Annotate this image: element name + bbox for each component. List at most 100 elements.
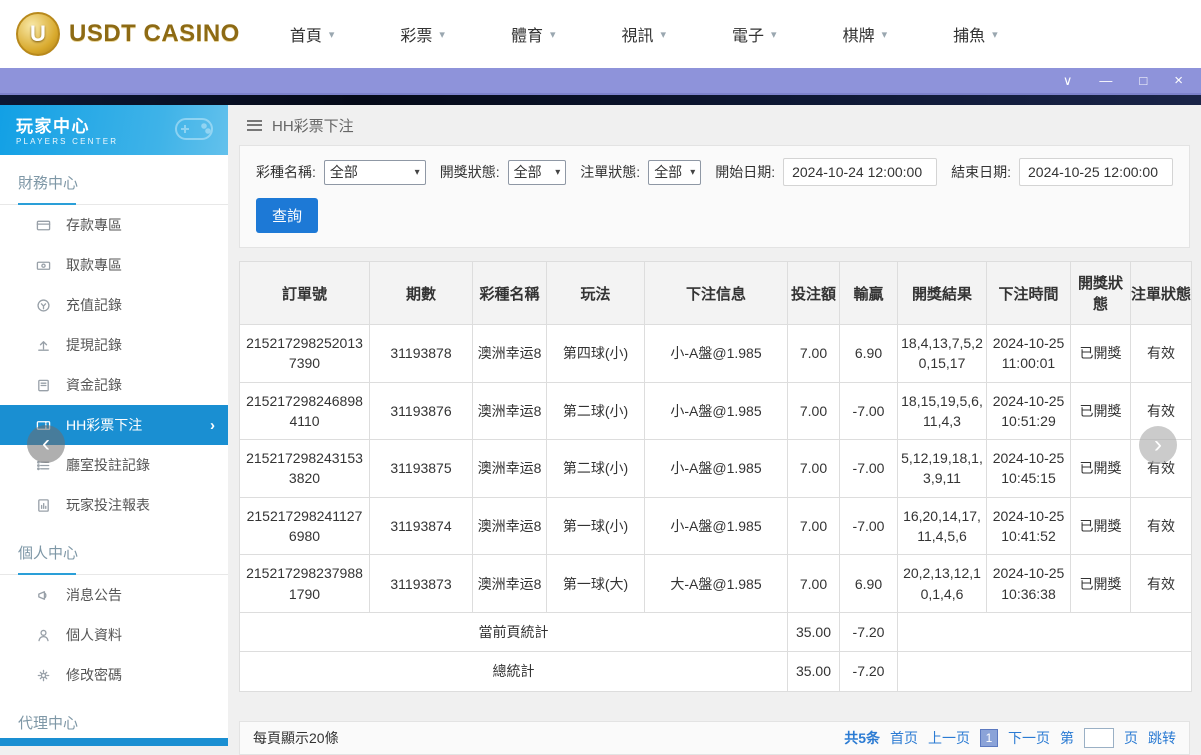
summary-bet: 35.00: [787, 611, 840, 653]
bet-status-select[interactable]: 全部 ▾: [648, 159, 702, 185]
cell: 小-A盤@1.985: [644, 324, 788, 383]
sidebar: 玩家中心 PLAYERS CENTER 財務中心 存款專區 取款專區 充值記錄 提現記錄…: [0, 105, 228, 746]
nav-item[interactable]: 體育 ▾: [511, 22, 556, 46]
pagination: 共5条 首页 上一页 1 下一页 第 页 跳转: [844, 727, 1176, 748]
lottery-label: 彩種名稱:: [256, 164, 316, 180]
sidebar-item[interactable]: 個人資料: [0, 615, 228, 655]
carousel-right-arrow-icon[interactable]: ›: [1139, 426, 1177, 464]
cell: 澳洲幸运8: [472, 324, 547, 383]
nav-item-label: 彩票: [400, 28, 433, 45]
nav-item[interactable]: 電子 ▾: [732, 22, 777, 46]
table-body: 2152172982520137390 31193878 澳洲幸运8 第四球(小) 小-…: [239, 324, 1192, 692]
announcement-icon: [36, 588, 51, 603]
cell: 2024-10-25 11:00:01: [986, 324, 1071, 383]
start-date-input[interactable]: [783, 158, 938, 186]
cell: -7.00: [839, 439, 898, 498]
close-icon[interactable]: ×: [1174, 73, 1183, 88]
draw-status-label: 開獎狀態:: [439, 164, 500, 180]
column-header: 注單狀態: [1130, 261, 1192, 325]
sidebar-item[interactable]: 資金記錄: [0, 365, 228, 405]
page-title: HH彩票下注: [272, 117, 354, 135]
nav-item-label: 視訊: [621, 28, 654, 45]
total-count: 共5条: [844, 729, 880, 746]
cell: 大-A盤@1.985: [644, 554, 788, 613]
sidebar-item-label: 修改密碼: [66, 667, 122, 683]
carousel-left-arrow-icon[interactable]: ‹: [27, 425, 65, 463]
search-button[interactable]: 查詢: [256, 198, 319, 233]
cell: 5,12,19,18,1,3,9,11: [897, 439, 987, 498]
dropdown-icon[interactable]: ∨: [1063, 74, 1073, 87]
list-footer: 每頁顯示20條 共5条 首页 上一页 1 下一页 第 页 跳转: [239, 720, 1190, 755]
gamepad-icon: [168, 109, 220, 154]
cell: 已開獎: [1070, 324, 1131, 383]
cell: 6.90: [839, 554, 898, 613]
summary-row: 當前頁統計 35.00 -7.20: [239, 611, 1192, 653]
cell: 18,15,19,5,6,11,4,3: [897, 381, 987, 441]
prev-page-link[interactable]: 上一页: [928, 728, 970, 748]
menu-toggle-icon[interactable]: [247, 119, 262, 131]
nav-item[interactable]: 視訊 ▾: [621, 22, 666, 46]
sidebar-item-label: 取款專區: [66, 257, 122, 273]
cell: -7.00: [839, 496, 898, 556]
next-page-link[interactable]: 下一页: [1008, 728, 1050, 748]
sidebar-item[interactable]: 充值記錄: [0, 285, 228, 325]
cell: 7.00: [787, 381, 840, 441]
first-page-link[interactable]: 首页: [890, 728, 918, 748]
sidebar-item-label: 廳室投註記錄: [66, 457, 150, 473]
cell: 31193875: [369, 439, 473, 498]
cell: 31193878: [369, 324, 473, 383]
nav-item[interactable]: 捕魚 ▾: [953, 22, 998, 46]
nav-item-label: 捕魚: [953, 28, 986, 45]
password-icon: [36, 668, 51, 683]
column-header: 開獎狀態: [1070, 261, 1131, 325]
jump-button[interactable]: 跳转: [1148, 728, 1176, 748]
end-date-input[interactable]: [1019, 158, 1173, 186]
lottery-select[interactable]: 全部 ▾: [323, 159, 426, 185]
nav-item[interactable]: 棋牌 ▾: [843, 22, 888, 46]
nav-item[interactable]: 彩票 ▾: [400, 22, 445, 46]
cell: 20,2,13,12,10,1,4,6: [897, 554, 987, 613]
sidebar-item[interactable]: 修改密碼: [0, 655, 228, 695]
deposit-icon: [36, 218, 51, 233]
brand-name: USDT CASINO: [69, 20, 240, 47]
summary-label: 總統計: [239, 651, 788, 692]
current-page-badge: 1: [980, 728, 998, 747]
cell: 18,4,13,7,5,20,15,17: [897, 324, 987, 383]
draw-status-select[interactable]: 全部 ▾: [507, 159, 567, 185]
cell: 已開獎: [1070, 381, 1131, 441]
bets-table-wrap: 訂單號 期數 彩種名稱 玩法 下注信息 投注額 輸贏 開獎結果 下注時間 開獎狀態 注單狀態 215…: [239, 261, 1192, 692]
cell: 已開獎: [1070, 439, 1131, 498]
cell: 2152172982379881790: [239, 554, 370, 613]
chevron-down-icon: ▾: [439, 28, 445, 41]
column-header: 訂單號: [239, 261, 370, 325]
cell: 小-A盤@1.985: [644, 496, 788, 556]
cell: 小-A盤@1.985: [644, 439, 788, 498]
bets-table: 訂單號 期數 彩種名稱 玩法 下注信息 投注額 輸贏 開獎結果 下注時間 開獎狀態 注單狀態 215…: [239, 261, 1192, 692]
end-date-label: 結束日期:: [951, 164, 1011, 180]
cell: 31193876: [369, 381, 473, 441]
sidebar-item-label: 個人資料: [66, 627, 122, 643]
table-row: 2152172982520137390 31193878 澳洲幸运8 第四球(小) 小-…: [239, 324, 1192, 383]
maximize-icon[interactable]: □: [1139, 74, 1147, 87]
sidebar-item[interactable]: 提現記錄: [0, 325, 228, 365]
sidebar-item[interactable]: 取款專區: [0, 245, 228, 285]
cell: 第二球(小): [546, 439, 645, 498]
nav-item-label: 首頁: [289, 28, 322, 45]
jump-prefix: 第: [1060, 729, 1074, 746]
usdt-casino-logo[interactable]: U USDT CASINO: [16, 12, 240, 56]
cell: 7.00: [787, 324, 840, 383]
nav-item[interactable]: 首頁 ▾: [290, 22, 335, 46]
sidebar-bottom-bar: [0, 738, 228, 746]
minimize-icon[interactable]: —: [1099, 74, 1112, 87]
window-title-bar: ∨ — □ ×: [0, 68, 1201, 95]
top-header: U USDT CASINO 首頁 ▾ 彩票 ▾ 體育 ▾ 視訊 ▾ 電子 ▾ 棋牌 ▾ 捕魚 ▾: [0, 0, 1201, 68]
page-jump-input[interactable]: [1084, 727, 1114, 748]
sidebar-item-label: 充值記錄: [66, 297, 122, 313]
sidebar-item-label: 提現記錄: [66, 337, 122, 353]
sidebar-item[interactable]: 消息公告: [0, 575, 228, 615]
cell: 第二球(小): [546, 381, 645, 441]
sidebar-item[interactable]: 玩家投注報表: [0, 485, 228, 525]
main-nav: 首頁 ▾ 彩票 ▾ 體育 ▾ 視訊 ▾ 電子 ▾ 棋牌 ▾ 捕魚 ▾: [290, 22, 998, 46]
cell: 2152172982520137390: [239, 324, 370, 383]
sidebar-item[interactable]: 存款專區: [0, 205, 228, 245]
